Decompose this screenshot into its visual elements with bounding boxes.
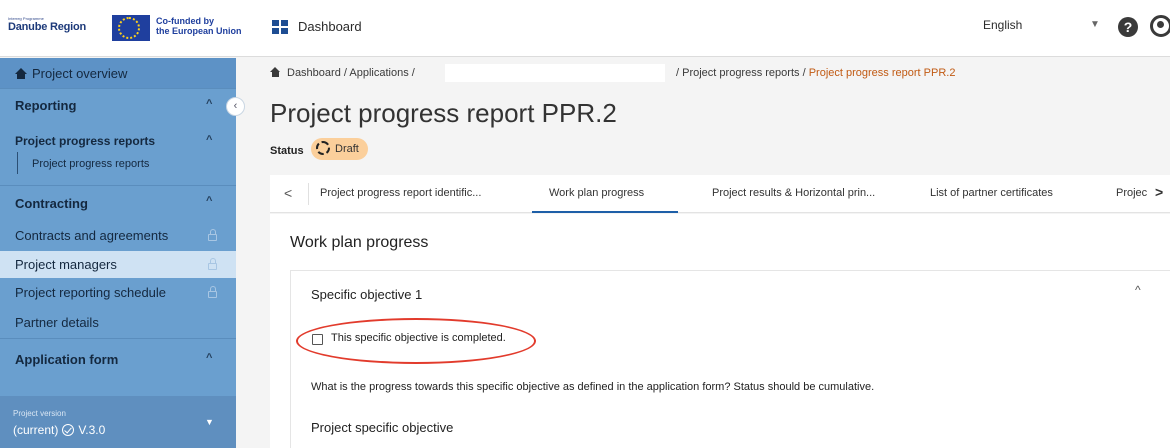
sidebar-item-project-overview[interactable]: Project overview (0, 58, 236, 88)
sidebar-label: Project overview (32, 66, 128, 81)
language-caret-icon[interactable]: ▼ (1090, 19, 1100, 30)
home-icon (15, 68, 27, 79)
help-icon[interactable]: ? (1118, 17, 1138, 37)
project-version-select[interactable]: Project version (current) V.3.0 ▼ (0, 396, 236, 448)
breadcrumb-applications[interactable]: Applications (349, 67, 408, 79)
cofund-text: Co-funded by the European Union (156, 16, 242, 36)
divider (308, 183, 309, 205)
tab-identification[interactable]: Project progress report identific... (320, 187, 481, 199)
status-value: Draft (335, 143, 359, 155)
breadcrumb: Dashboard / Applications / (270, 67, 415, 79)
sidebar-label: Contracting (15, 196, 88, 211)
sidebar-label: Project progress reports (32, 158, 150, 170)
version-value: (current) V.3.0 (13, 423, 105, 437)
breadcrumb-redacted-project[interactable] (445, 64, 665, 82)
objective-completed-checkbox[interactable] (312, 334, 323, 345)
project-specific-objective-heading: Project specific objective (311, 420, 454, 435)
active-tab-indicator (532, 211, 678, 213)
tab-scroll-left-button[interactable]: < (284, 185, 292, 201)
top-bar: Interreg Programme Danube Region Co-fund… (0, 0, 1170, 57)
sidebar-label: Project reporting schedule (15, 285, 167, 300)
chevron-down-icon[interactable]: ▼ (205, 417, 214, 427)
sidebar-label: Application form (15, 352, 119, 367)
dashboard-link[interactable]: Dashboard (298, 19, 362, 34)
sidebar-item-project-managers[interactable]: Project managers (0, 251, 236, 278)
programme-logo[interactable]: Interreg Programme Danube Region (8, 16, 110, 44)
progress-question: What is the progress towards this specif… (311, 381, 875, 393)
sidebar-label: Project managers (15, 257, 117, 272)
sidebar-group-contracting[interactable]: Contracting ^ (0, 195, 236, 217)
tab-partner-certificates[interactable]: List of partner certificates (930, 187, 1053, 199)
section-title: Work plan progress (290, 234, 429, 251)
lock-icon (208, 258, 217, 270)
sidebar-item-partner-details[interactable]: Partner details (0, 315, 236, 335)
tab-overflow[interactable]: Projec (1116, 187, 1147, 199)
chevron-up-icon[interactable]: ^ (206, 98, 212, 110)
work-plan-panel: Work plan progress Specific objective 1 … (270, 214, 1170, 448)
status-badge: Draft (311, 138, 368, 160)
breadcrumb-progress-reports[interactable]: Project progress reports (682, 67, 799, 79)
sidebar-label: Partner details (15, 315, 99, 330)
report-tabs: < Project progress report identific... W… (270, 175, 1170, 213)
version-label: Project version (13, 409, 66, 418)
logo-name-text: Danube Region (8, 21, 87, 33)
cofund-line-1: Co-funded by (156, 16, 214, 26)
lock-icon (208, 229, 217, 241)
eu-flag-icon (112, 15, 150, 41)
breadcrumb-tail: / Project progress reports / Project pro… (676, 67, 955, 79)
version-current-text: (current) (13, 423, 59, 437)
breadcrumb-separator: / (676, 67, 680, 79)
chevron-up-icon[interactable]: ^ (1135, 283, 1141, 297)
sidebar-label: Project progress reports (15, 134, 156, 148)
divider (0, 185, 236, 186)
breadcrumb-separator: / (411, 67, 415, 79)
language-select[interactable]: English (983, 18, 1088, 38)
lock-icon (208, 286, 217, 298)
sidebar: Project overview Reporting ^ Project pro… (0, 58, 236, 448)
tab-project-results[interactable]: Project results & Horizontal prin... (712, 187, 875, 199)
breadcrumb-dashboard[interactable]: Dashboard (287, 67, 341, 79)
objective-title[interactable]: Specific objective 1 (311, 287, 422, 302)
chevron-up-icon[interactable]: ^ (206, 195, 212, 207)
draft-status-icon (316, 141, 330, 155)
breadcrumb-separator: / (343, 67, 347, 79)
sidebar-group-project-progress-reports[interactable]: Project progress reports ^ (0, 134, 236, 152)
account-icon[interactable] (1150, 15, 1170, 37)
divider (0, 88, 236, 89)
cofund-line-2: the European Union (156, 26, 242, 36)
status-label: Status (270, 145, 304, 157)
objective-card: Specific objective 1 ^ This specific obj… (290, 270, 1170, 448)
divider (0, 338, 236, 339)
dashboard-icon[interactable] (272, 20, 288, 34)
chevron-up-icon[interactable]: ^ (206, 134, 212, 146)
version-number: V.3.0 (78, 423, 106, 437)
sidebar-item-project-progress-reports[interactable]: Project progress reports (0, 158, 236, 176)
sidebar-label: Reporting (15, 98, 77, 113)
chevron-up-icon[interactable]: ^ (206, 352, 212, 364)
tab-scroll-right-button[interactable]: > (1155, 184, 1163, 200)
sidebar-collapse-button[interactable]: ‹ (226, 97, 245, 116)
main-content: Dashboard / Applications / / Project pro… (236, 58, 1170, 448)
sidebar-item-contracts-and-agreements[interactable]: Contracts and agreements (0, 228, 236, 248)
sidebar-item-project-reporting-schedule[interactable]: Project reporting schedule (0, 285, 236, 305)
breadcrumb-separator: / (802, 67, 806, 79)
home-icon[interactable] (270, 67, 281, 77)
breadcrumb-current: Project progress report PPR.2 (808, 67, 956, 79)
objective-completed-label[interactable]: This specific objective is completed. (331, 332, 506, 344)
sidebar-group-reporting[interactable]: Reporting ^ (0, 98, 236, 120)
tab-work-plan-progress[interactable]: Work plan progress (549, 187, 644, 199)
page-title: Project progress report PPR.2 (270, 98, 617, 128)
sidebar-label: Contracts and agreements (15, 228, 169, 243)
sidebar-group-application-form[interactable]: Application form ^ (0, 352, 236, 374)
check-circle-icon (62, 424, 75, 436)
